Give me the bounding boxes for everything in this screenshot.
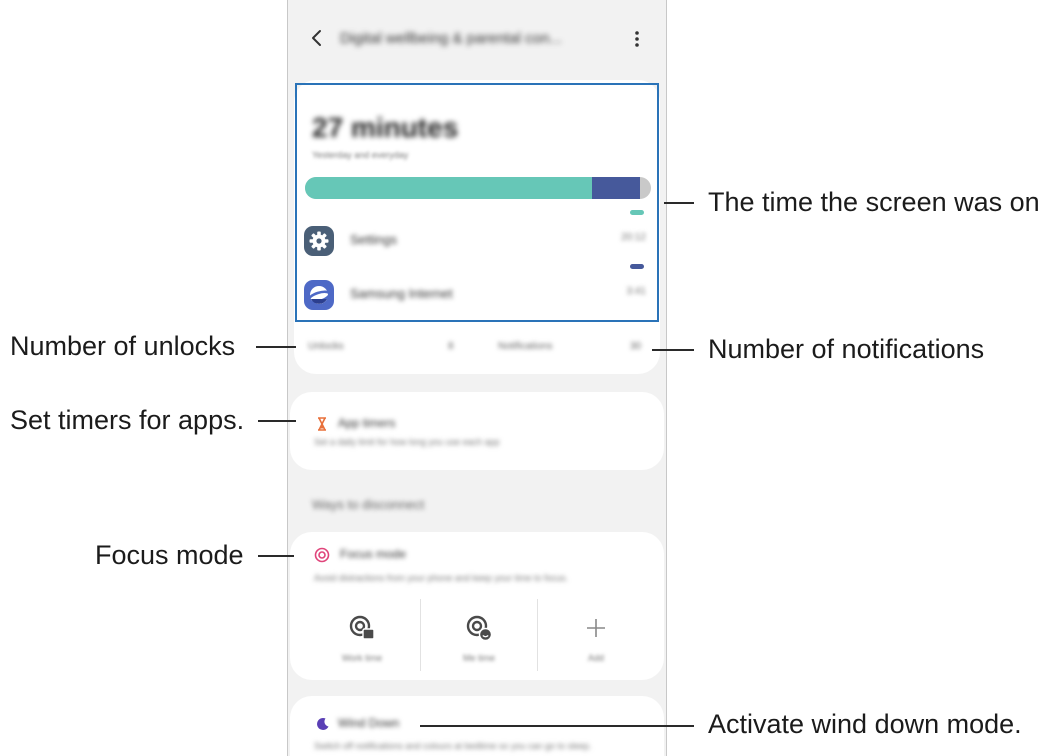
moon-icon [317, 717, 329, 730]
mode-label: Work time [341, 653, 383, 663]
mode-label: Me time [462, 653, 495, 663]
wind-down-description: Switch off notifications and colours at … [314, 741, 592, 751]
callout-wind-down: Activate wind down mode. [708, 709, 1022, 739]
callout-line [258, 555, 294, 557]
app-timers-description: Set a daily limit for how long you use e… [314, 437, 500, 447]
work-time-button[interactable]: Work time [304, 599, 420, 671]
page-title: Digital wellbeing & parental con... [340, 30, 562, 47]
notifications-label: Notifications [498, 341, 553, 352]
focus-target-icon [314, 547, 330, 563]
hourglass-icon [318, 417, 326, 431]
me-focus-icon [466, 615, 493, 642]
mode-label: Add [587, 653, 604, 663]
app-timers-title: App timers [338, 416, 396, 430]
callout-line [652, 349, 694, 351]
disconnect-section-title: Ways to disconnect [312, 497, 425, 512]
focus-mode-description: Avoid distractions from your phone and k… [314, 573, 568, 583]
wind-down-title: Wind Down [338, 716, 400, 730]
unlocks-label: Unlocks [308, 341, 344, 352]
callout-screen-time: The time the screen was on [708, 187, 1040, 217]
more-vertical-icon[interactable] [634, 30, 640, 48]
callout-notifications: Number of notifications [708, 334, 985, 364]
callout-focus-mode: Focus mode [95, 540, 244, 570]
unlocks-value: 8 [448, 341, 454, 352]
me-time-button[interactable]: Me time [421, 599, 537, 671]
screen-time-highlight [295, 83, 659, 322]
callout-line [420, 725, 694, 727]
callout-line [258, 420, 296, 422]
notifications-value: 30 [630, 341, 642, 352]
add-mode-button[interactable]: Add [538, 599, 654, 671]
callout-line [256, 346, 296, 348]
app-timers-card[interactable] [290, 392, 664, 470]
chevron-left-icon[interactable] [310, 28, 324, 48]
focus-mode-title: Focus mode [340, 547, 407, 561]
callout-unlocks: Number of unlocks [10, 331, 236, 361]
plus-icon [587, 619, 605, 637]
app-bar: Digital wellbeing & parental con... [288, 20, 666, 60]
work-focus-icon [349, 615, 375, 640]
callout-line [664, 202, 694, 204]
callout-app-timers: Set timers for apps. [10, 405, 245, 435]
phone-screen: Digital wellbeing & parental con... 27 m… [287, 0, 667, 756]
